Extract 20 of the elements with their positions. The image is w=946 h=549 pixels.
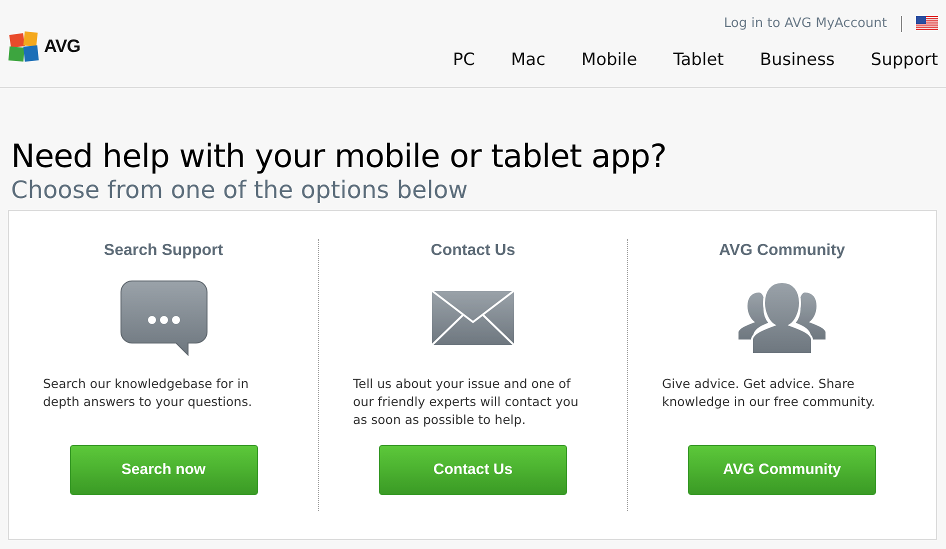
page-subheading: Choose from one of the options below — [10, 176, 469, 204]
option-title: Contact Us — [430, 241, 516, 261]
page-heading: Need help with your mobile or tablet app? — [10, 136, 668, 176]
chat-bubble-icon — [120, 280, 208, 356]
option-description: Give advice. Get advice. Share knowledge in our free community. — [662, 375, 876, 411]
flag-icon[interactable] — [916, 16, 938, 32]
nav-link[interactable]: PC — [452, 48, 475, 73]
option-title: AVG Community — [719, 241, 845, 261]
nav-link[interactable]: Tablet — [673, 48, 724, 73]
login-link[interactable]: Log in to AVG MyAccount — [724, 14, 887, 34]
option-description: Tell us about your issue and one of our friendly experts will contact you as soon as possible to help. — [353, 375, 580, 429]
option-description: Search our knowledgebase for in depth answers to your questions. — [43, 375, 254, 411]
logo-text: AVG — [44, 35, 80, 58]
nav-link[interactable]: Mobile — [581, 48, 638, 73]
nav-link[interactable]: Mac — [510, 48, 546, 73]
people-icon — [737, 280, 827, 356]
nav-link[interactable]: Support — [870, 48, 938, 73]
envelope-icon — [430, 289, 516, 347]
nav-link[interactable]: Business — [760, 48, 835, 73]
option-title: Search Support — [104, 241, 224, 261]
